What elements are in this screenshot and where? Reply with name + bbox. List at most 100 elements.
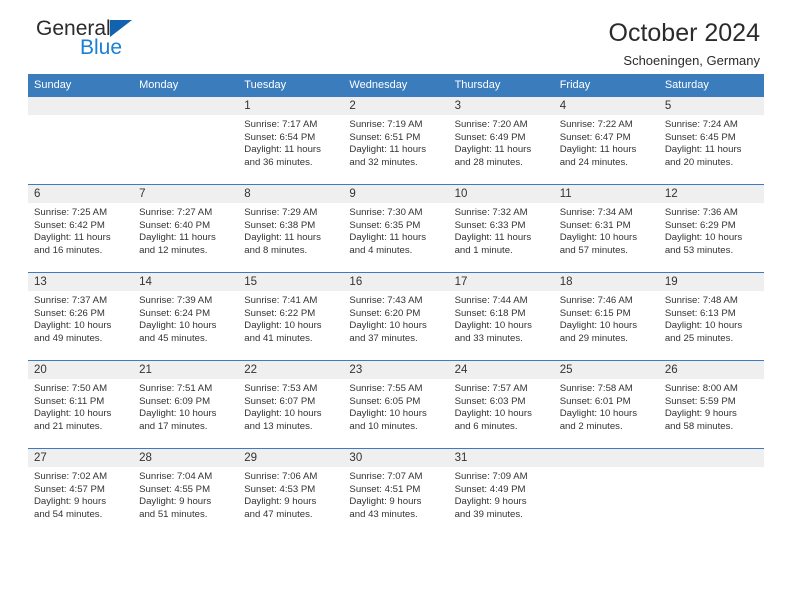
sunset-text: Sunset: 6:54 PM [244,131,316,143]
calendar-week-row: 1 Sunrise: 7:17 AM Sunset: 6:54 PM Daylight… [28,96,764,185]
calendar-cell-day-23[interactable]: 23 Sunrise: 7:55 AM Sunset: 6:05 PM Dayligh… [343,360,449,449]
day-details: Sunrise: 8:00 AM Sunset: 5:59 PM Daylight:… [659,379,764,433]
sunset-text: Sunset: 6:22 PM [244,307,316,319]
sunset-text: Sunset: 6:40 PM [139,219,211,231]
triangle-icon [109,20,132,37]
daylight-text-line1: Daylight: 9 hours [664,408,737,420]
calendar-cell-day-21[interactable]: 21 Sunrise: 7:51 AM Sunset: 6:09 PM Dayligh… [133,360,239,449]
day-cell-inner: 1 Sunrise: 7:17 AM Sunset: 6:54 PM Daylight… [238,97,344,184]
day-number: 15 [238,273,344,291]
calendar-cell-day-16[interactable]: 16 Sunrise: 7:43 AM Sunset: 6:20 PM Dayligh… [343,272,449,361]
calendar-week-row: 6 Sunrise: 7:25 AM Sunset: 6:42 PM Daylight… [28,184,764,273]
day-number: 27 [28,449,134,467]
daylight-text-line2: and 39 minutes. [454,508,523,520]
calendar-cell-day-25[interactable]: 25 Sunrise: 7:58 AM Sunset: 6:01 PM Dayligh… [553,360,659,449]
daylight-text-line2: and 37 minutes. [349,332,418,344]
calendar-cell-day-27[interactable]: 27 Sunrise: 7:02 AM Sunset: 4:57 PM Dayligh… [28,448,134,537]
day-cell-inner: 10 Sunrise: 7:32 AM Sunset: 6:33 PM Dayligh… [448,185,554,272]
day-cell-inner: 20 Sunrise: 7:50 AM Sunset: 6:11 PM Dayligh… [28,361,134,448]
calendar-cell-day-19[interactable]: 19 Sunrise: 7:48 AM Sunset: 6:13 PM Dayligh… [658,272,764,361]
sunrise-text: Sunrise: 7:09 AM [454,471,528,482]
day-cell-inner: 30 Sunrise: 7:07 AM Sunset: 4:51 PM Dayligh… [343,449,449,537]
day-number: 12 [658,185,764,203]
day-details: Sunrise: 7:20 AM Sunset: 6:49 PM Daylight:… [449,115,554,169]
day-details: Sunrise: 7:44 AM Sunset: 6:18 PM Daylight:… [449,291,554,345]
sunrise-text: Sunrise: 7:20 AM [454,119,528,130]
calendar-cell-day-11[interactable]: 11 Sunrise: 7:34 AM Sunset: 6:31 PM Dayligh… [553,184,659,273]
daylight-text-line1: Daylight: 10 hours [34,320,112,332]
day-cell-inner: 17 Sunrise: 7:44 AM Sunset: 6:18 PM Dayligh… [448,273,554,360]
daylight-text-line2: and 28 minutes. [454,156,523,168]
calendar-cell-day-31[interactable]: 31 Sunrise: 7:09 AM Sunset: 4:49 PM Dayligh… [448,448,554,537]
sunset-text: Sunset: 4:55 PM [139,483,211,495]
calendar-cell-day-3[interactable]: 3 Sunrise: 7:20 AM Sunset: 6:49 PM Daylight… [448,96,554,185]
day-cell-inner: 3 Sunrise: 7:20 AM Sunset: 6:49 PM Daylight… [448,97,554,184]
sunset-text: Sunset: 6:05 PM [349,395,421,407]
calendar-cell-day-13[interactable]: 13 Sunrise: 7:37 AM Sunset: 6:26 PM Dayligh… [28,272,134,361]
day-cell-inner: 6 Sunrise: 7:25 AM Sunset: 6:42 PM Daylight… [28,185,134,272]
daylight-text-line1: Daylight: 11 hours [244,232,321,244]
sunset-text: Sunset: 6:26 PM [34,307,105,319]
calendar-cell-day-17[interactable]: 17 Sunrise: 7:44 AM Sunset: 6:18 PM Dayligh… [448,272,554,361]
day-number: 2 [343,97,449,115]
day-cell-inner [133,97,239,184]
day-cell-inner: 12 Sunrise: 7:36 AM Sunset: 6:29 PM Dayligh… [658,185,764,272]
calendar-cell-day-24[interactable]: 24 Sunrise: 7:57 AM Sunset: 6:03 PM Dayligh… [448,360,554,449]
calendar-cell-day-18[interactable]: 18 Sunrise: 7:46 AM Sunset: 6:15 PM Dayligh… [553,272,659,361]
calendar-cell-day-26[interactable]: 26 Sunrise: 8:00 AM Sunset: 5:59 PM Dayligh… [658,360,764,449]
calendar-cell-day-1[interactable]: 1 Sunrise: 7:17 AM Sunset: 6:54 PM Daylight… [238,96,344,185]
sunset-text: Sunset: 6:31 PM [559,219,631,231]
day-number: 30 [343,449,449,467]
calendar-cell-day-9[interactable]: 9 Sunrise: 7:30 AM Sunset: 6:35 PM Daylight… [343,184,449,273]
calendar-cell-day-22[interactable]: 22 Sunrise: 7:53 AM Sunset: 6:07 PM Dayligh… [238,360,344,449]
calendar-cell-day-10[interactable]: 10 Sunrise: 7:32 AM Sunset: 6:33 PM Dayligh… [448,184,554,273]
sunrise-text: Sunrise: 7:43 AM [349,295,423,306]
calendar-cell-day-29[interactable]: 29 Sunrise: 7:06 AM Sunset: 4:53 PM Dayligh… [238,448,344,537]
day-number: 18 [553,273,659,291]
day-cell-inner: 7 Sunrise: 7:27 AM Sunset: 6:40 PM Daylight… [133,185,239,272]
calendar-week-row: 20 Sunrise: 7:50 AM Sunset: 6:11 PM Dayligh… [28,360,764,449]
calendar-cell-day-30[interactable]: 30 Sunrise: 7:07 AM Sunset: 4:51 PM Dayligh… [343,448,449,537]
daylight-text-line2: and 53 minutes. [664,244,734,256]
weekday-header-thursday: Thursday [448,74,554,97]
calendar-cell-day-14[interactable]: 14 Sunrise: 7:39 AM Sunset: 6:24 PM Dayligh… [133,272,239,361]
calendar-cell-day-6[interactable]: 6 Sunrise: 7:25 AM Sunset: 6:42 PM Daylight… [28,184,134,273]
calendar-cell-day-20[interactable]: 20 Sunrise: 7:50 AM Sunset: 6:11 PM Dayligh… [28,360,134,449]
day-details: Sunrise: 7:48 AM Sunset: 6:13 PM Daylight:… [659,291,764,345]
day-cell-inner [28,97,134,184]
day-cell-inner: 29 Sunrise: 7:06 AM Sunset: 4:53 PM Dayligh… [238,449,344,537]
brand-logo[interactable]: General Blue [28,18,198,74]
daylight-text-line2: and 2 minutes. [559,420,623,432]
calendar-cell-day-12[interactable]: 12 Sunrise: 7:36 AM Sunset: 6:29 PM Dayligh… [658,184,764,273]
calendar-cell-day-4[interactable]: 4 Sunrise: 7:22 AM Sunset: 6:47 PM Daylight… [553,96,659,185]
day-details: Sunrise: 7:27 AM Sunset: 6:40 PM Daylight:… [133,203,238,257]
daylight-text-line1: Daylight: 11 hours [454,232,532,244]
day-details: Sunrise: 7:34 AM Sunset: 6:31 PM Daylight:… [554,203,659,257]
day-details: Sunrise: 7:53 AM Sunset: 6:07 PM Daylight:… [238,379,343,433]
daylight-text-line2: and 36 minutes. [244,156,313,168]
daylight-text-line2: and 43 minutes. [349,508,418,520]
daylight-text-line2: and 21 minutes. [34,420,103,432]
calendar-cell-day-7[interactable]: 7 Sunrise: 7:27 AM Sunset: 6:40 PM Daylight… [133,184,239,273]
daylight-text-line2: and 57 minutes. [559,244,628,256]
sunrise-text: Sunrise: 7:51 AM [139,383,213,394]
calendar-cell-day-5[interactable]: 5 Sunrise: 7:24 AM Sunset: 6:45 PM Daylight… [658,96,764,185]
calendar-cell-day-2[interactable]: 2 Sunrise: 7:19 AM Sunset: 6:51 PM Daylight… [343,96,449,185]
sunset-text: Sunset: 4:57 PM [34,483,105,495]
day-details: Sunrise: 7:57 AM Sunset: 6:03 PM Daylight:… [449,379,554,433]
day-details: Sunrise: 7:30 AM Sunset: 6:35 PM Daylight:… [343,203,448,257]
day-cell-inner: 24 Sunrise: 7:57 AM Sunset: 6:03 PM Dayligh… [448,361,554,448]
day-number: 26 [658,361,764,379]
daylight-text-line1: Daylight: 10 hours [244,408,322,420]
day-number: 31 [448,449,554,467]
page-subtitle: Schoeningen, Germany [623,53,760,68]
daylight-text-line1: Daylight: 11 hours [559,144,637,156]
day-details: Sunrise: 7:50 AM Sunset: 6:11 PM Daylight:… [28,379,133,433]
daylight-text-line1: Daylight: 10 hours [34,408,112,420]
calendar-cell-day-28[interactable]: 28 Sunrise: 7:04 AM Sunset: 4:55 PM Dayligh… [133,448,239,537]
calendar-cell-day-15[interactable]: 15 Sunrise: 7:41 AM Sunset: 6:22 PM Dayligh… [238,272,344,361]
day-number: 8 [238,185,344,203]
calendar-cell-day-8[interactable]: 8 Sunrise: 7:29 AM Sunset: 6:38 PM Daylight… [238,184,344,273]
day-number: 14 [133,273,239,291]
daylight-text-line1: Daylight: 10 hours [664,320,743,332]
